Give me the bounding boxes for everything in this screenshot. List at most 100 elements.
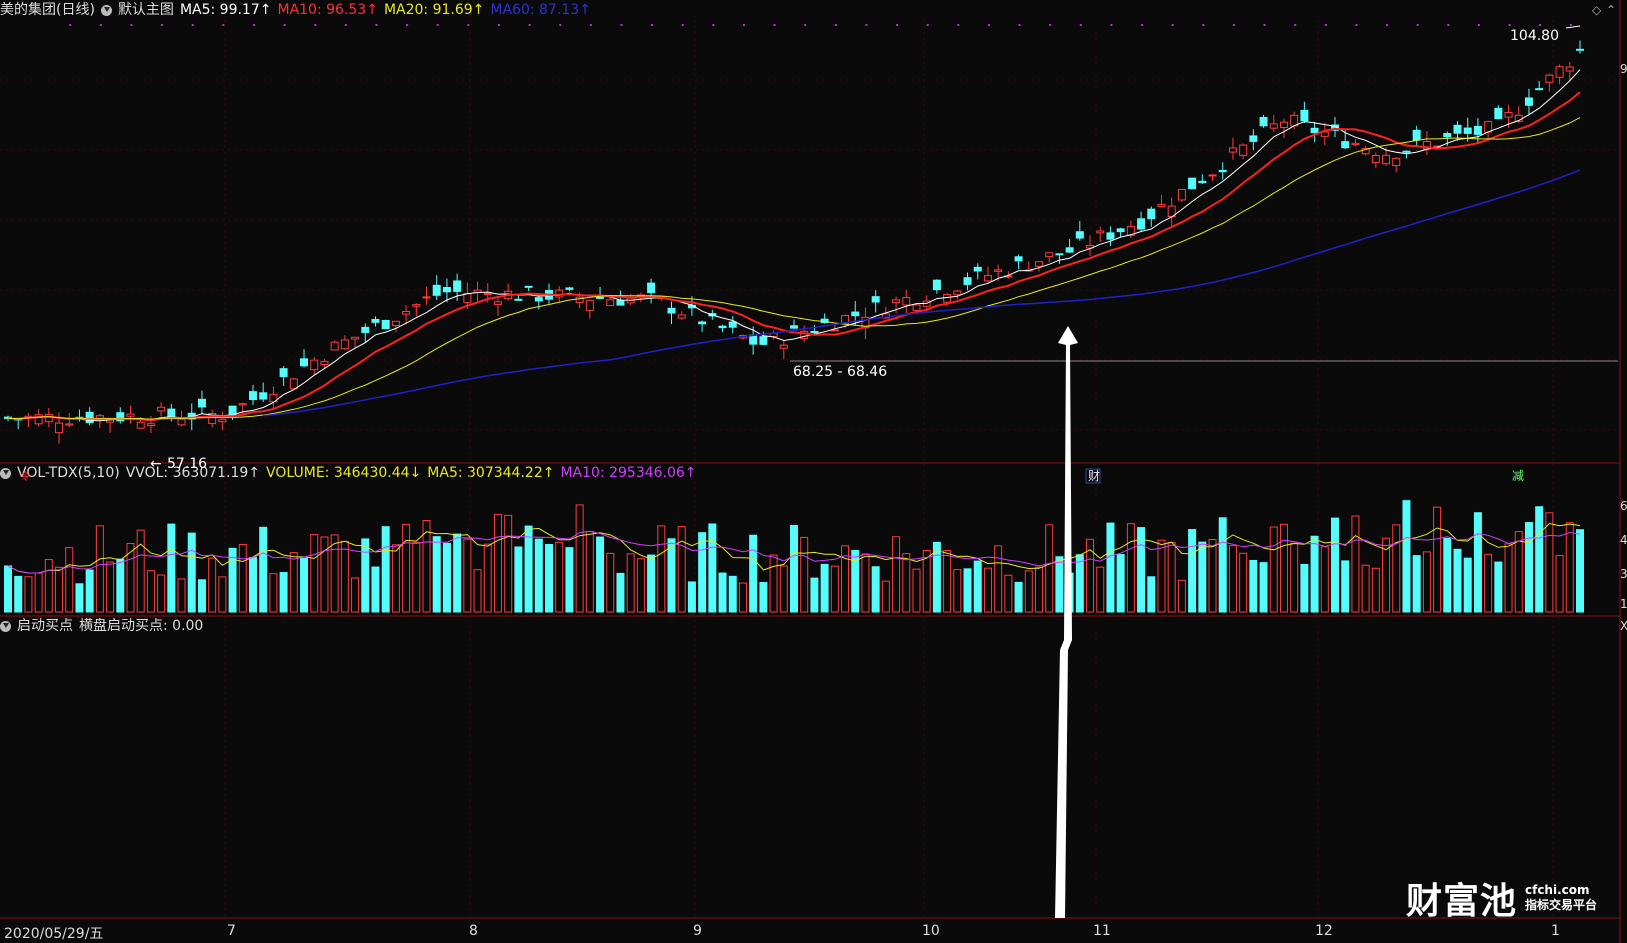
signal-dot: [528, 24, 531, 26]
signal-dot: [987, 24, 990, 26]
candle-body: [963, 277, 972, 285]
candle-body: [259, 392, 268, 400]
candle-body: [483, 292, 492, 295]
candle-body: [1228, 147, 1237, 153]
volume-bar: [1422, 551, 1431, 613]
candle-body: [943, 294, 952, 303]
high-label: 104.80: [1510, 28, 1559, 44]
candle-body: [453, 280, 462, 292]
candle-body: [1300, 109, 1309, 122]
signal-dot: [161, 24, 164, 26]
volume-bar: [810, 577, 819, 613]
range-label: 68.25 - 68.46: [793, 364, 887, 380]
candle-body: [381, 319, 390, 330]
volume-bar: [1412, 555, 1421, 613]
volume-bar: [1249, 559, 1258, 613]
volume-bar: [218, 576, 227, 613]
signal-dot: [1263, 24, 1266, 26]
volume-bar: [892, 536, 901, 613]
volume-bar: [1392, 524, 1401, 613]
candle-body: [1065, 247, 1074, 253]
volume-bar: [790, 524, 798, 613]
x-axis-month: 1: [1551, 923, 1560, 939]
volume-bar: [647, 554, 656, 613]
volume-bar: [779, 565, 788, 613]
signal-dot: [742, 24, 745, 26]
candle-body: [55, 422, 64, 434]
volume-bar: [289, 552, 298, 613]
candle-body: [340, 339, 349, 350]
signal-dot: [926, 24, 929, 26]
volume-bar: [279, 572, 288, 613]
candle-body: [565, 287, 574, 290]
volume-bar: [575, 504, 584, 613]
right-vol-tick: X: [1620, 619, 1627, 633]
candle-body: [1565, 66, 1574, 72]
volume-bar: [994, 545, 1003, 613]
candle-body: [1494, 107, 1503, 120]
signal-dot: [773, 24, 776, 26]
volume-bar: [1545, 512, 1554, 613]
volume-bar: [14, 575, 23, 613]
candle-body: [1014, 256, 1023, 262]
candle-body: [167, 408, 176, 417]
signal-dot: [1416, 24, 1419, 26]
candle-body: [790, 325, 798, 329]
volume-bar: [626, 553, 635, 613]
signal-dot: [1110, 24, 1113, 26]
candle-body: [218, 418, 227, 423]
candle-body: [1259, 116, 1268, 127]
candle-body: [146, 423, 155, 427]
signal-dot: [681, 24, 684, 26]
candle-body: [912, 304, 921, 311]
x-axis: 2020/05/29/五 7 8 9 10 11 12 1: [0, 920, 1627, 943]
candle-body: [514, 298, 523, 301]
volume-bar: [330, 534, 339, 613]
volume-bar: [1361, 564, 1370, 613]
volume-bar: [1177, 579, 1186, 613]
volume-bar: [902, 553, 911, 613]
candle-body: [1177, 189, 1186, 201]
candle-body: [1106, 232, 1115, 240]
volume-bar: [391, 544, 400, 613]
diamond-icon[interactable]: ◇: [1592, 3, 1602, 17]
volume-bar: [1565, 522, 1574, 613]
signal-dot: [1508, 24, 1511, 26]
candle-body: [596, 296, 605, 299]
candle-body: [677, 314, 686, 319]
volume-bar: [371, 566, 380, 613]
volume-bar: [1004, 574, 1013, 613]
volume-bar: [943, 550, 952, 613]
volume-bar: [44, 558, 53, 613]
expand-icon[interactable]: ⌃: [1606, 3, 1616, 17]
signal-dot: [1477, 24, 1480, 26]
volume-bar: [1228, 545, 1237, 613]
signal-dot: [834, 24, 837, 26]
candle-body: [442, 287, 451, 293]
candle-body: [197, 398, 206, 408]
kline-chart[interactable]: 104.80 ← 57.16 68.25 - 68.46 财 减 令 9 6 4…: [0, 0, 1627, 943]
candle-body: [1351, 142, 1360, 146]
candle-body: [238, 403, 247, 406]
volume-bar: [1555, 554, 1564, 613]
volume-bar: [1433, 506, 1442, 613]
volume-bar: [75, 583, 84, 613]
volume-bar: [106, 561, 115, 613]
candle-body: [606, 299, 615, 307]
candle-body: [44, 413, 53, 423]
event-marker-cai: 财: [1088, 469, 1100, 483]
volume-bar: [1300, 563, 1309, 613]
volume-bar: [1034, 566, 1043, 613]
candle-series: [4, 40, 1584, 444]
signal-dot: [406, 24, 409, 26]
volume-bar: [922, 550, 931, 613]
candle-body: [1055, 253, 1064, 256]
candle-body: [1443, 133, 1452, 138]
volume-bar: [1198, 541, 1207, 613]
volume-bar: [1473, 512, 1482, 613]
volume-bar: [1208, 539, 1217, 613]
candle-body: [1239, 144, 1248, 156]
volume-bar: [514, 546, 523, 613]
volume-bar: [197, 579, 206, 613]
volume-bar: [1494, 561, 1503, 613]
